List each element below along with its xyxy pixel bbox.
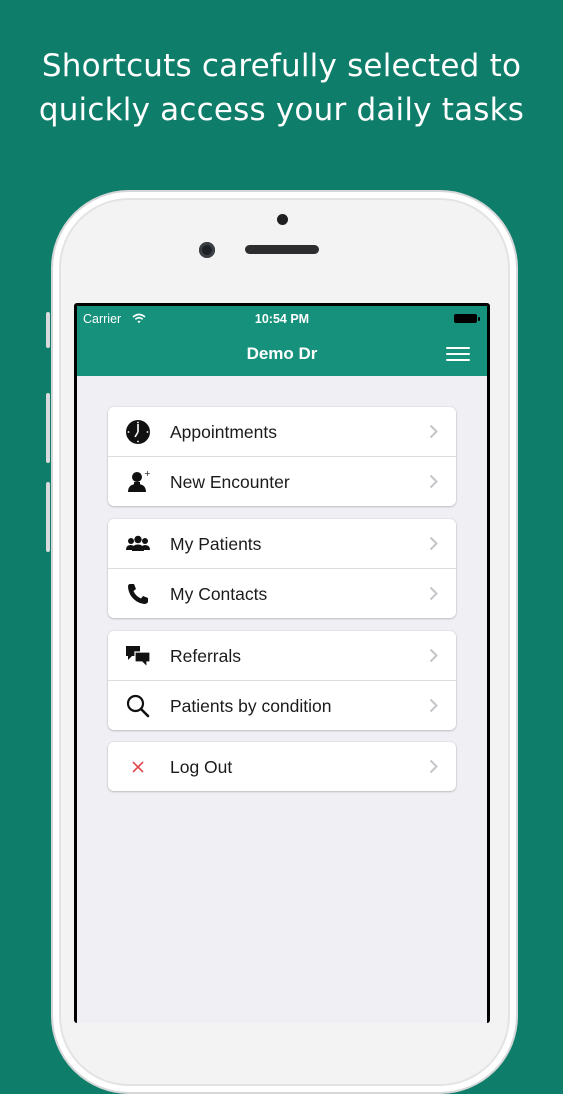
close-icon [132,761,144,773]
menu-item-label: My Contacts [170,584,268,604]
menu-item-new-encounter[interactable]: + New Encounter [108,456,456,506]
proximity-sensor [277,214,288,225]
chevron-right-icon [429,424,438,439]
shortcut-group: Appointments + New Encounter [108,407,456,506]
menu-item-label: Patients by condition [170,696,332,716]
menu-item-patients-by-condition[interactable]: Patients by condition [108,680,456,730]
shortcut-group: Log Out [108,742,456,791]
chevron-right-icon [429,536,438,551]
status-time: 10:54 PM [254,312,310,326]
status-bar: Carrier 10:54 PM [77,312,487,326]
chevron-right-icon [429,474,438,489]
menu-item-log-out[interactable]: Log Out [108,742,456,791]
battery-icon [454,314,480,323]
menu-item-my-patients[interactable]: My Patients [108,519,456,568]
menu-item-label: My Patients [170,534,262,554]
chevron-right-icon [429,586,438,601]
chat-bubbles-icon [126,646,151,669]
group-icon [126,535,150,551]
earpiece-speaker [245,245,319,254]
shortcut-group: Referrals Patients by condition [108,631,456,730]
person-add-icon: + [128,469,151,492]
chevron-right-icon [429,759,438,774]
menu-item-label: Log Out [170,757,233,777]
mute-switch [46,312,50,348]
search-icon [126,694,150,718]
front-camera [199,242,215,258]
headline: Shortcuts carefully selected to quickly … [0,44,563,132]
chevron-right-icon [429,648,438,663]
shortcut-group: My Patients My Contacts [108,519,456,618]
volume-down-button [46,482,50,552]
phone-icon [128,584,148,604]
headline-line-1: Shortcuts carefully selected to [41,48,522,84]
chevron-right-icon [429,698,438,713]
clock-icon [126,420,150,444]
menu-item-appointments[interactable]: Appointments [108,407,456,456]
hamburger-icon[interactable] [446,347,470,362]
phone-screen: Carrier 10:54 PM Demo Dr Appointments + … [74,303,490,1023]
page-title: Demo Dr [246,344,318,363]
menu-item-label: New Encounter [170,472,290,492]
menu-item-label: Appointments [170,422,278,442]
menu-item-my-contacts[interactable]: My Contacts [108,568,456,618]
volume-up-button [46,393,50,463]
headline-line-2: quickly access your daily tasks [38,92,525,128]
svg-text:+: + [144,469,151,478]
menu-item-referrals[interactable]: Referrals [108,631,456,680]
navigation-bar: Carrier 10:54 PM Demo Dr [77,306,487,376]
menu-item-label: Referrals [170,646,241,666]
app-screen: Carrier 10:54 PM Demo Dr Appointments + … [77,306,487,1023]
